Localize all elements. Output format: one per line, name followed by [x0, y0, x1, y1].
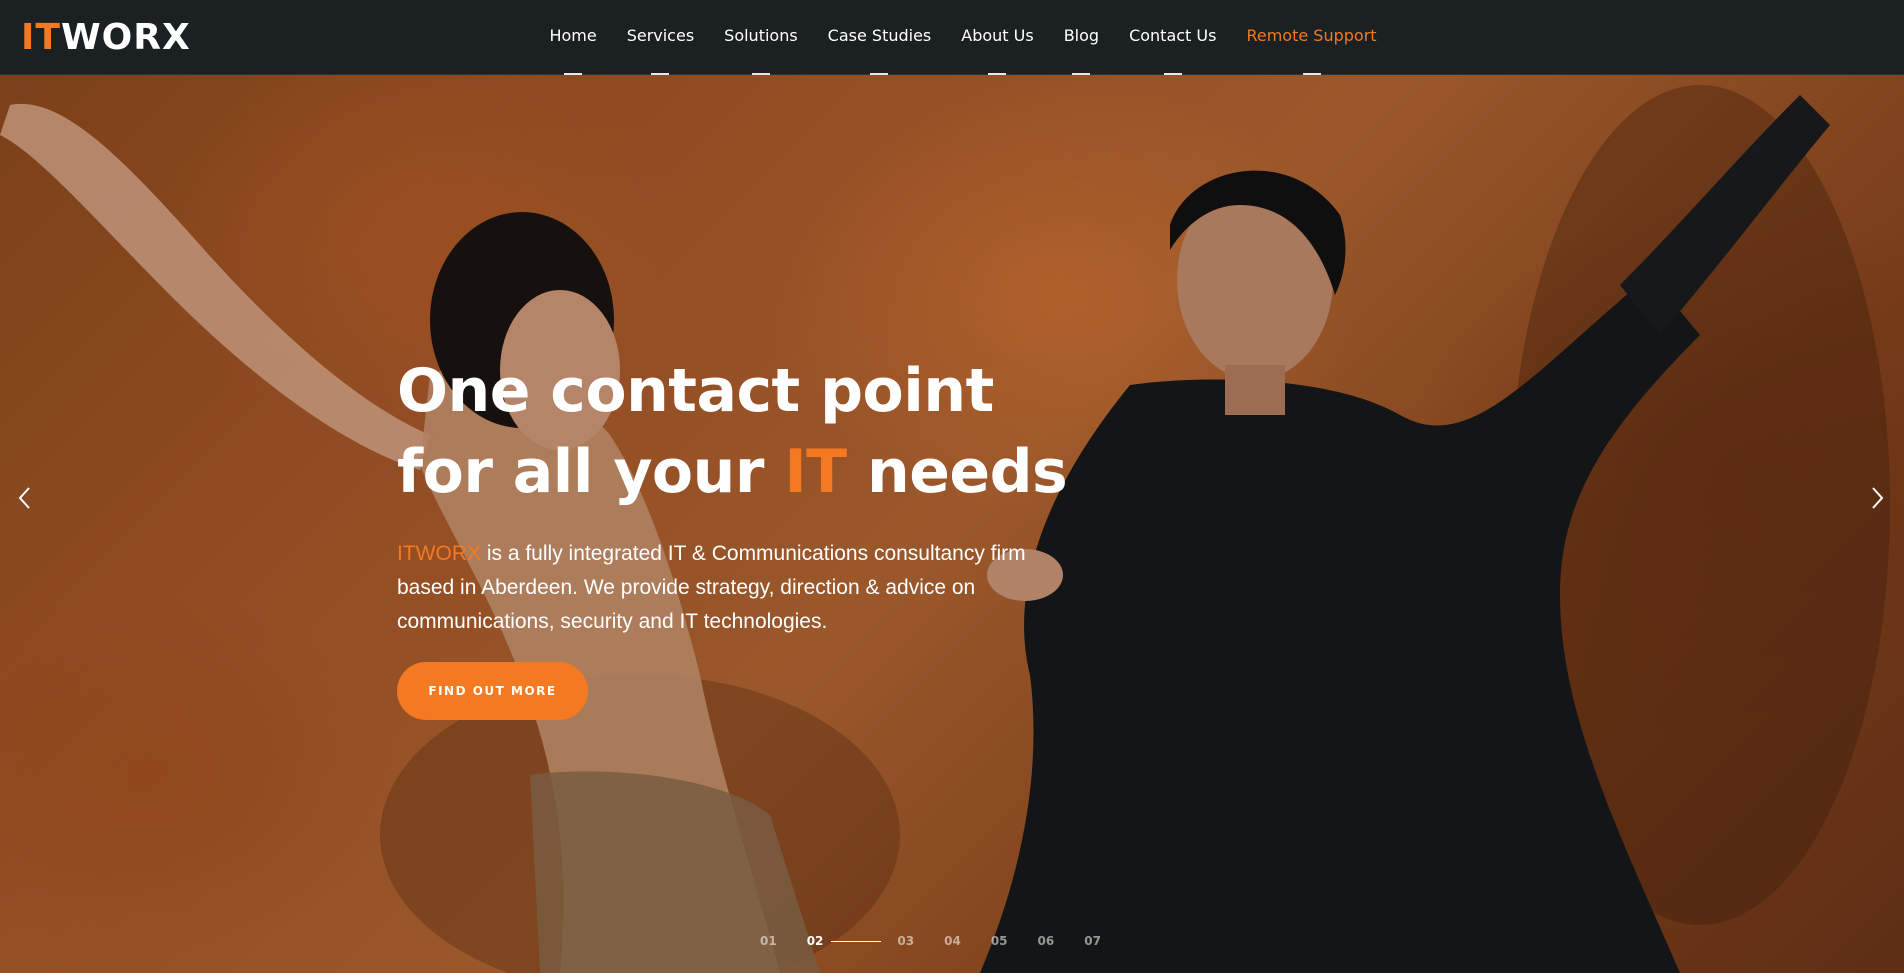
- hero-content: One contact point for all your IT needs …: [397, 351, 1077, 720]
- hero-description-brand: ITWORX: [397, 542, 481, 565]
- nav-item-indicator: [651, 73, 670, 75]
- nav-item-blog[interactable]: Blog: [1049, 0, 1114, 75]
- find-out-more-button[interactable]: FIND OUT MORE: [397, 662, 588, 720]
- nav-item-contact-us[interactable]: Contact Us: [1114, 0, 1231, 75]
- nav-item-case-studies[interactable]: Case Studies: [813, 0, 947, 75]
- slide-progress-line: [831, 940, 882, 942]
- nav-item-label: Case Studies: [827, 26, 932, 45]
- slider-pagination: 01 02 03 04 05 06 07: [760, 933, 1131, 949]
- slide-dot-04[interactable]: 04: [944, 934, 961, 948]
- nav-item-label: Blog: [1063, 26, 1100, 45]
- chevron-left-icon: [18, 487, 30, 509]
- slide-dot-02[interactable]: 02: [807, 934, 824, 948]
- chevron-right-icon: [1872, 487, 1884, 509]
- nav-item-indicator: [1072, 73, 1091, 75]
- nav-item-indicator: [564, 73, 583, 75]
- nav-item-label: Solutions: [724, 26, 798, 45]
- hero-headline-line2-pre: for all your: [397, 437, 785, 507]
- hero-headline: One contact point for all your IT needs: [397, 351, 1077, 513]
- hero-headline-line1: One contact point: [397, 356, 994, 426]
- nav-item-indicator: [1163, 73, 1182, 75]
- nav-item-remote-support[interactable]: Remote Support: [1231, 0, 1391, 75]
- nav-item-label: About Us: [961, 26, 1034, 45]
- slider-prev-button[interactable]: [4, 473, 44, 523]
- nav-item-about-us[interactable]: About Us: [946, 0, 1048, 75]
- nav-item-home[interactable]: Home: [534, 0, 611, 75]
- nav-item-label: Contact Us: [1129, 26, 1217, 45]
- slider-next-button[interactable]: [1858, 473, 1898, 523]
- page: ITWORX Home Services Solutions Case Stud…: [0, 0, 1904, 973]
- site-header: ITWORX Home Services Solutions Case Stud…: [0, 0, 1904, 75]
- nav-item-label: Services: [626, 26, 695, 45]
- slide-dot-03[interactable]: 03: [897, 934, 914, 948]
- nav-item-label: Remote Support: [1246, 26, 1377, 45]
- hero-description-text: is a fully integrated IT & Communication…: [397, 542, 1026, 633]
- slide-dot-01[interactable]: 01: [760, 934, 777, 948]
- nav-item-indicator: [870, 73, 889, 75]
- slide-dot-07[interactable]: 07: [1084, 934, 1101, 948]
- nav-item-solutions[interactable]: Solutions: [709, 0, 813, 75]
- hero-headline-line2-post: needs: [846, 437, 1068, 507]
- nav-item-indicator: [1302, 73, 1321, 75]
- nav-item-label: Home: [549, 26, 597, 45]
- slide-dot-05[interactable]: 05: [991, 934, 1008, 948]
- slide-dot-06[interactable]: 06: [1038, 934, 1055, 948]
- hero-description: ITWORX is a fully integrated IT & Commun…: [397, 537, 1057, 639]
- nav-item-services[interactable]: Services: [612, 0, 709, 75]
- nav-item-indicator: [988, 73, 1007, 75]
- hero-headline-accent: IT: [784, 437, 847, 507]
- main-nav: Home Services Solutions Case Studies Abo…: [0, 0, 1904, 75]
- nav-item-indicator: [751, 73, 770, 75]
